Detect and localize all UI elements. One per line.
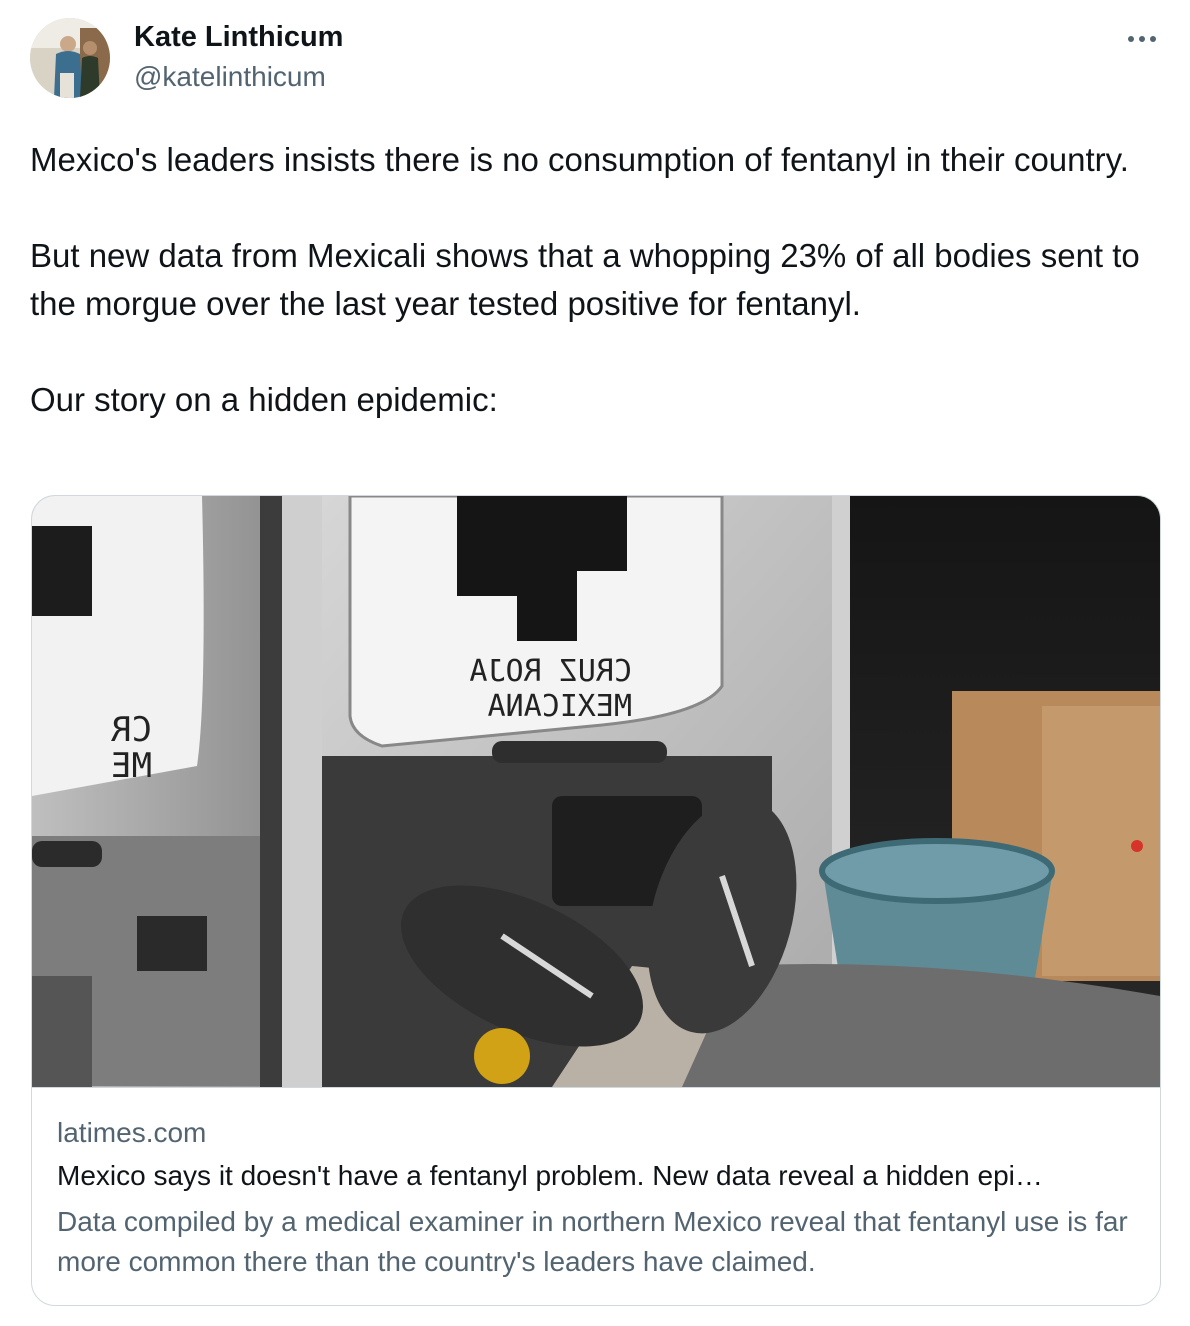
card-title[interactable]: Mexico says it doesn't have a fentanyl p… (57, 1158, 1137, 1194)
tweet-paragraph: But new data from Mexicali shows that a … (30, 237, 1140, 322)
tweet-text: Mexico's leaders insists there is no con… (30, 136, 1150, 424)
more-options-button[interactable] (1122, 24, 1162, 54)
image-lettering: CR (111, 710, 152, 750)
more-horizontal-icon-dot (1139, 36, 1145, 42)
card-divider (32, 1087, 1160, 1088)
image-lettering: ME (111, 746, 152, 786)
image-lettering: MEXICANA (488, 689, 633, 724)
tweet: Kate Linthicum @katelinthicum Mexico's l… (0, 0, 1190, 1326)
avatar[interactable] (30, 18, 110, 98)
author-name[interactable]: Kate Linthicum (134, 20, 343, 54)
more-horizontal-icon (1128, 36, 1134, 42)
card-image[interactable]: CRUZ ROJA MEXICANA CR ME (32, 496, 1160, 1087)
author-handle[interactable]: @katelinthicum (134, 60, 326, 94)
tweet-paragraph: Mexico's leaders insists there is no con… (30, 141, 1129, 178)
more-horizontal-icon-dot (1150, 36, 1156, 42)
link-preview-card[interactable]: CRUZ ROJA MEXICANA CR ME latimes.com Mex… (31, 495, 1161, 1306)
tweet-paragraph: Our story on a hidden epidemic: (30, 381, 498, 418)
card-description[interactable]: Data compiled by a medical examiner in n… (57, 1202, 1137, 1282)
avatar-photo (30, 18, 110, 98)
image-lettering: CRUZ ROJA (469, 654, 632, 689)
ambulance-photo: CRUZ ROJA MEXICANA CR ME (32, 496, 1160, 1087)
card-domain[interactable]: latimes.com (57, 1116, 206, 1150)
